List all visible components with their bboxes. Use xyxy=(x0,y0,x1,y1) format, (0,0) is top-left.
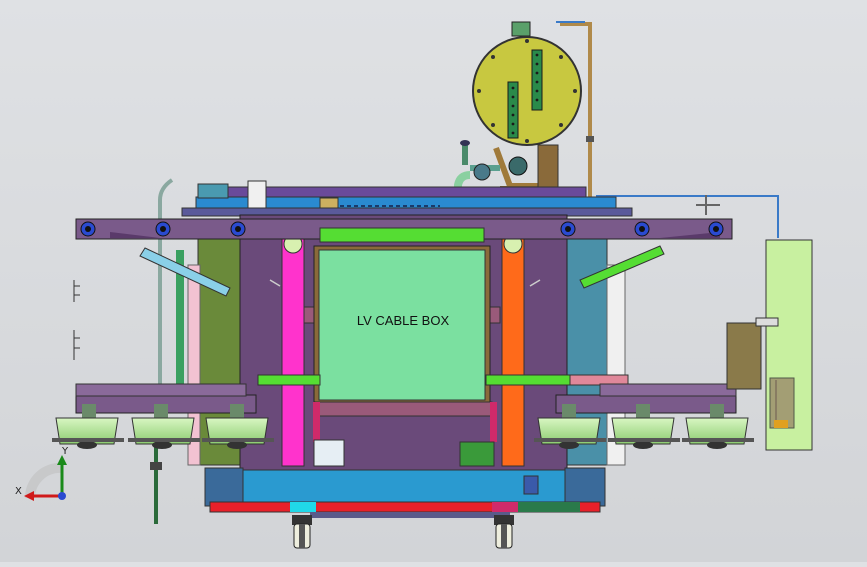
bolt-icon xyxy=(634,221,650,237)
right-small-rail xyxy=(696,195,720,215)
left-small-pipe xyxy=(313,402,320,442)
wheel-icon xyxy=(292,515,312,549)
tank-base xyxy=(204,467,606,518)
wheel-icon xyxy=(494,515,514,549)
lower-pink-strip xyxy=(315,401,493,417)
axis-triad-icon xyxy=(24,455,67,501)
right-access-box xyxy=(459,441,495,467)
magenta-bar xyxy=(281,220,305,467)
lv-cable-box-label: LV CABLE BOX xyxy=(356,313,450,328)
left-green-bar xyxy=(257,374,321,386)
transformer-drawing: LV CABLE BOX X Y xyxy=(0,0,867,562)
cable-box-top-bar xyxy=(319,227,485,243)
bolt-icon xyxy=(155,221,171,237)
right-small-pipe xyxy=(490,402,497,442)
bolt-icon xyxy=(230,221,246,237)
conservator-tank xyxy=(472,21,582,146)
transformer-svg xyxy=(24,21,813,549)
tank-top-cover xyxy=(181,180,633,217)
left-tick-marks xyxy=(73,280,80,360)
bolt-icon xyxy=(560,221,576,237)
pipe-flange xyxy=(586,136,594,142)
bolt-icon xyxy=(80,221,96,237)
orange-bar xyxy=(501,220,525,467)
bolt-icon xyxy=(708,221,724,237)
axis-y-label: Y xyxy=(62,446,69,457)
left-access-box xyxy=(313,439,345,467)
axis-x-label: X xyxy=(15,486,22,497)
